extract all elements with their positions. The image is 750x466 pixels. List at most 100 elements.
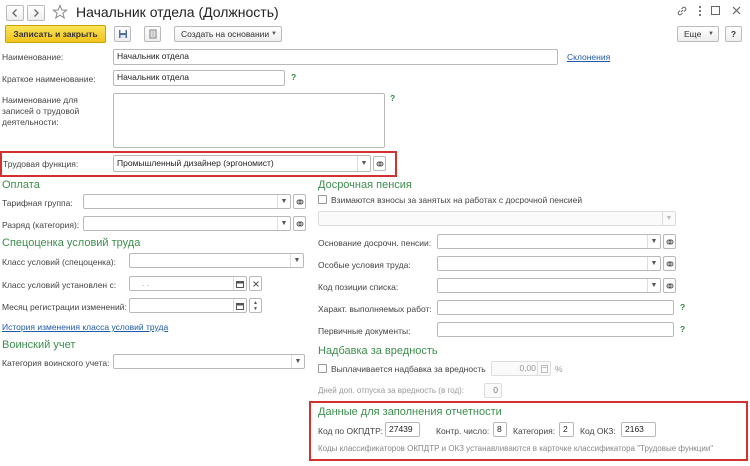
short-name-field[interactable]: Начальник отдела <box>113 70 285 86</box>
dropdown-arrow-icon[interactable]: ▼ <box>291 355 304 368</box>
military-category-field[interactable]: ▼ <box>113 354 305 369</box>
extra-vacation-field[interactable]: 0 <box>484 383 502 398</box>
more-button[interactable]: Еще ▼ <box>677 26 719 42</box>
forward-button[interactable] <box>27 5 45 21</box>
class-set-from-field[interactable]: . . <box>129 276 247 291</box>
contributions-field[interactable]: ▼ <box>318 211 676 226</box>
close-icon[interactable] <box>731 5 742 16</box>
chevron-down-icon: ▼ <box>271 31 277 37</box>
labor-records-field[interactable] <box>113 93 385 148</box>
list-position-code-field[interactable]: ▼ <box>437 278 661 293</box>
menu-dots-icon[interactable] <box>697 4 703 18</box>
chevron-down-icon: ▼ <box>708 31 714 37</box>
document-list-icon <box>149 29 156 39</box>
report-note: Коды классификаторов ОКПДТР и ОКЗ устана… <box>318 444 714 453</box>
maximize-icon[interactable] <box>710 5 721 16</box>
calendar-icon[interactable] <box>233 299 246 312</box>
help-question-icon[interactable]: ? <box>680 302 685 312</box>
name-value: Начальник отдела <box>117 51 189 61</box>
open-link-button[interactable] <box>373 156 386 171</box>
harm-percent-value: 0,00 <box>519 363 536 373</box>
harm-paid-checkbox[interactable] <box>318 364 327 373</box>
primary-docs-label: Первичные документы: <box>318 326 411 336</box>
calculator-icon[interactable] <box>537 362 550 375</box>
control-number-label: Контр. число: <box>436 426 490 436</box>
open-link-icon <box>666 261 673 266</box>
dropdown-arrow-icon[interactable]: ▼ <box>647 235 660 248</box>
extra-vacation-label: Дней доп. отпуска за вредность (в год): <box>318 386 465 395</box>
window-title: Начальник отдела (Должность) <box>76 4 279 20</box>
link-icon[interactable] <box>676 5 688 17</box>
contributions-label: Взимаются взносы за занятых на работах с… <box>331 195 583 205</box>
dropdown-arrow-icon[interactable]: ▼ <box>647 257 660 270</box>
name-label: Наименование: <box>2 52 64 62</box>
special-assessment-title: Спецоценка условий труда <box>2 237 141 249</box>
open-link-button[interactable] <box>663 256 676 271</box>
open-link-icon <box>296 221 303 226</box>
close-icon <box>252 280 259 287</box>
pension-basis-label: Основание досрочн. пенсии: <box>318 238 432 248</box>
okz-value: 2163 <box>625 424 644 434</box>
more-label: Еще <box>684 29 702 39</box>
dropdown-arrow-icon[interactable]: ▼ <box>277 217 290 230</box>
work-character-field[interactable] <box>437 300 674 315</box>
registration-month-field[interactable] <box>129 298 247 313</box>
okz-field[interactable]: 2163 <box>621 422 656 437</box>
open-link-icon <box>666 283 673 288</box>
open-link-button[interactable] <box>663 234 676 249</box>
dropdown-arrow-icon[interactable]: ▼ <box>357 156 370 171</box>
primary-docs-field[interactable] <box>437 322 674 337</box>
clear-date-button[interactable] <box>249 276 262 291</box>
back-button[interactable] <box>6 5 24 21</box>
category-label: Категория: <box>513 426 556 436</box>
class-history-link[interactable]: История изменения класса условий труда <box>2 322 168 332</box>
labor-function-field[interactable]: Промышленный дизайнер (эргономист) ▼ <box>113 155 371 172</box>
okpdtr-value: 27439 <box>389 424 413 434</box>
month-spin-button[interactable]: ▲ ▼ <box>249 298 262 313</box>
declension-link[interactable]: Склонения <box>567 52 610 62</box>
save-button[interactable] <box>114 26 131 42</box>
help-button[interactable]: ? <box>725 26 742 42</box>
okpdtr-field[interactable]: 27439 <box>385 422 420 437</box>
help-label: ? <box>730 29 737 39</box>
conditions-class-field[interactable]: ▼ <box>129 253 304 268</box>
create-based-button[interactable]: Создать на основании ▼ <box>174 26 282 42</box>
harm-percent-field[interactable]: 0,00 <box>491 361 551 376</box>
help-question-icon[interactable]: ? <box>291 72 296 82</box>
dropdown-arrow-icon[interactable]: ▼ <box>662 212 675 225</box>
floppy-disk-icon <box>118 30 127 38</box>
name-field[interactable]: Начальник отдела <box>113 49 558 65</box>
dropdown-arrow-icon[interactable]: ▼ <box>290 254 303 267</box>
dropdown-arrow-icon[interactable]: ▼ <box>647 279 660 292</box>
arrow-right-icon <box>34 9 39 17</box>
category-field[interactable]: 2 <box>559 422 574 437</box>
grade-field[interactable]: ▼ <box>83 216 291 231</box>
open-link-button[interactable] <box>293 194 306 209</box>
okpdtr-label: Код по ОКПДТР: <box>318 426 383 436</box>
contributions-checkbox[interactable] <box>318 195 327 204</box>
short-name-value: Начальник отдела <box>117 72 189 82</box>
save-close-label: Записать и закрыть <box>13 29 98 39</box>
pension-basis-field[interactable]: ▼ <box>437 234 661 249</box>
control-number-field[interactable]: 8 <box>493 422 507 437</box>
save-close-button[interactable]: Записать и закрыть <box>5 25 106 43</box>
create-based-label: Создать на основании <box>181 29 270 39</box>
report-section-title: Данные для заполнения отчетности <box>318 406 502 418</box>
category-value: 2 <box>563 424 568 434</box>
control-number-value: 8 <box>497 424 502 434</box>
special-conditions-field[interactable]: ▼ <box>437 256 661 271</box>
pension-section-title: Досрочная пенсия <box>318 179 412 191</box>
help-question-icon[interactable]: ? <box>390 93 395 103</box>
open-link-button[interactable] <box>663 278 676 293</box>
favorite-star-icon[interactable] <box>52 4 68 20</box>
open-link-icon <box>376 161 383 166</box>
open-link-button[interactable] <box>293 216 306 231</box>
payment-section-title: Оплата <box>2 179 40 191</box>
help-question-icon[interactable]: ? <box>680 324 685 334</box>
work-character-label: Характ. выполняемых работ: <box>318 304 432 314</box>
special-conditions-label: Особые условия труда: <box>318 260 411 270</box>
tariff-group-field[interactable]: ▼ <box>83 194 291 209</box>
calendar-icon[interactable] <box>233 277 246 290</box>
document-button[interactable] <box>144 26 161 42</box>
dropdown-arrow-icon[interactable]: ▼ <box>277 195 290 208</box>
